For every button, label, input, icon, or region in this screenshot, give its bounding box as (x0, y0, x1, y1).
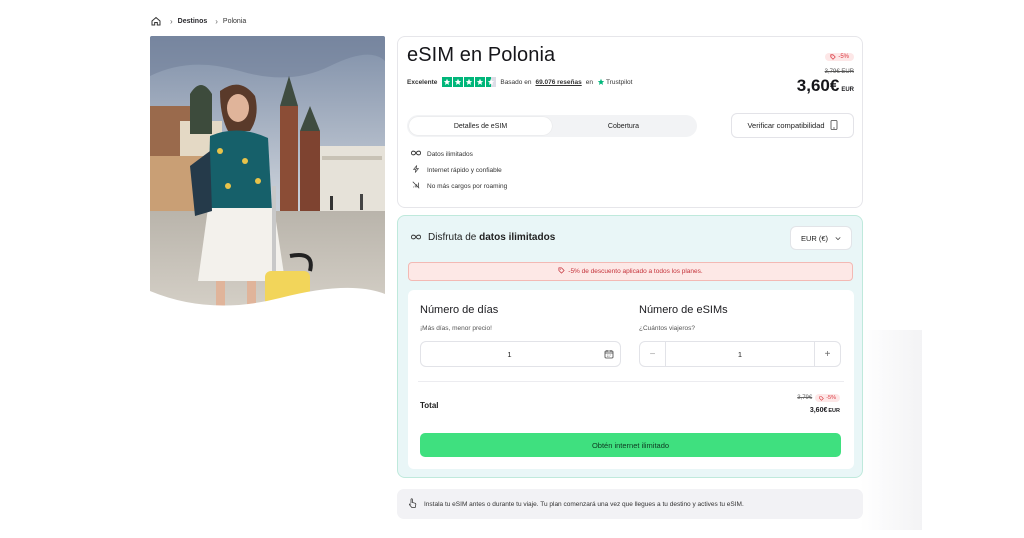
chevron-down-icon (835, 234, 841, 243)
total-discount-badge: -5% (815, 394, 840, 402)
verify-compatibility-button[interactable]: Verificar compatibilidad (731, 113, 854, 138)
star-icon (442, 77, 453, 87)
total-label: Total (420, 401, 439, 410)
star-icon (475, 77, 486, 87)
rating-word: Excelente (407, 78, 438, 86)
feature-item: No más cargos por roaming (411, 178, 507, 194)
no-signal-icon (411, 181, 421, 191)
plan-heading-prefix: Disfruta de (428, 232, 477, 243)
feature-item: Internet rápido y confiable (411, 162, 507, 178)
breadcrumb: › Destinos › Polonia (150, 14, 246, 28)
verify-compatibility-label: Verificar compatibilidad (747, 121, 825, 130)
trustpilot-logo: Trustpilot (597, 78, 633, 86)
tag-icon (819, 395, 824, 401)
tag-icon (558, 267, 565, 276)
chevron-right-icon: › (170, 16, 173, 26)
on-text: en (585, 78, 593, 86)
half-star-icon (486, 77, 497, 87)
calendar-icon[interactable] (598, 349, 620, 359)
tab-coverage[interactable]: Cobertura (552, 117, 695, 135)
esims-title: Número de eSIMs (639, 304, 728, 316)
total-discount-label: -5% (826, 395, 836, 401)
trustpilot-star-icon (597, 78, 605, 85)
esims-stepper: − 1 + (639, 341, 841, 367)
plan-options-panel: Número de días ¡Más días, menor precio! … (408, 290, 854, 469)
reviews-link[interactable]: 69.076 reseñas (535, 79, 581, 86)
star-icon (464, 77, 475, 87)
phone-icon (830, 119, 838, 132)
total-old-price: 3,79€ (797, 395, 813, 401)
trustpilot-stars (442, 77, 497, 87)
tag-icon (830, 54, 837, 60)
total-price-currency: EUR (828, 408, 840, 414)
based-on-text: Basado en (500, 78, 532, 86)
trustpilot-label: Trustpilot (605, 78, 633, 86)
breadcrumb-polonia: Polonia (222, 17, 247, 25)
breadcrumb-destinos[interactable]: Destinos (178, 18, 208, 25)
plan-card: Disfruta de datos ilimitados EUR (€) -5%… (397, 215, 863, 478)
new-price-value: 3,60€ (796, 76, 840, 95)
currency-select[interactable]: EUR (€) (790, 226, 852, 250)
infinity-icon (411, 149, 421, 159)
install-note-text: Instala tu eSIM antes o durante tu viaje… (424, 500, 744, 508)
old-price: 3,79€ EUR (824, 69, 854, 75)
total-price: 3,79€ -5% 3,60€EUR (797, 394, 840, 414)
esims-subtitle: ¿Cuántos viajeros? (639, 325, 695, 332)
days-title: Número de días (420, 304, 499, 316)
hero-image (150, 36, 385, 318)
tap-hand-icon (408, 497, 417, 511)
feature-label: No más cargos por roaming (427, 182, 508, 190)
tabs: Detalles de eSIM Cobertura (407, 115, 697, 137)
rating-row: Excelente Basado en 69.076 reseñas en Tr… (407, 77, 632, 87)
plan-heading: Disfruta de datos ilimitados (411, 232, 555, 243)
promo-banner: -5% de descuento aplicado a todos los pl… (408, 262, 853, 281)
discount-badge-label: -5% (838, 54, 849, 60)
total-price-value: 3,60€ (809, 407, 828, 414)
feature-label: Datos ilimitados (427, 150, 473, 158)
infinity-icon (411, 232, 421, 243)
days-input[interactable]: 1 (420, 341, 621, 367)
feature-label: Internet rápido y confiable (427, 166, 502, 174)
features-list: Datos ilimitados Internet rápido y confi… (411, 146, 507, 194)
price-box: -5% 3,79€ EUR 3,60€ EUR (797, 47, 854, 96)
page-title: eSIM en Polonia (407, 44, 556, 66)
feature-item: Datos ilimitados (411, 146, 507, 162)
new-price-currency: EUR (841, 87, 854, 93)
discount-badge: -5% (825, 53, 854, 61)
days-value: 1 (507, 349, 512, 359)
promo-text: -5% de descuento aplicado a todos los pl… (568, 268, 703, 275)
currency-select-value: EUR (€) (800, 233, 829, 243)
days-subtitle: ¡Más días, menor precio! (420, 325, 492, 332)
star-icon (453, 77, 464, 87)
home-icon[interactable] (150, 15, 162, 27)
esims-value[interactable]: 1 (666, 350, 814, 359)
install-note: Instala tu eSIM antes o durante tu viaje… (397, 489, 863, 519)
new-price: 3,60€ EUR (797, 76, 854, 96)
divider (418, 381, 844, 382)
background-fade (860, 330, 922, 530)
increment-button[interactable]: + (814, 342, 840, 366)
tab-esim-details[interactable]: Detalles de eSIM (409, 117, 552, 135)
plan-heading-bold: datos ilimitados (479, 232, 556, 243)
decrement-button[interactable]: − (640, 342, 666, 366)
get-unlimited-button[interactable]: Obtén internet ilimitado (420, 433, 841, 457)
product-card: eSIM en Polonia Excelente Basado en 69.0… (397, 36, 863, 208)
chevron-right-icon: › (215, 16, 218, 26)
bolt-icon (411, 165, 421, 175)
